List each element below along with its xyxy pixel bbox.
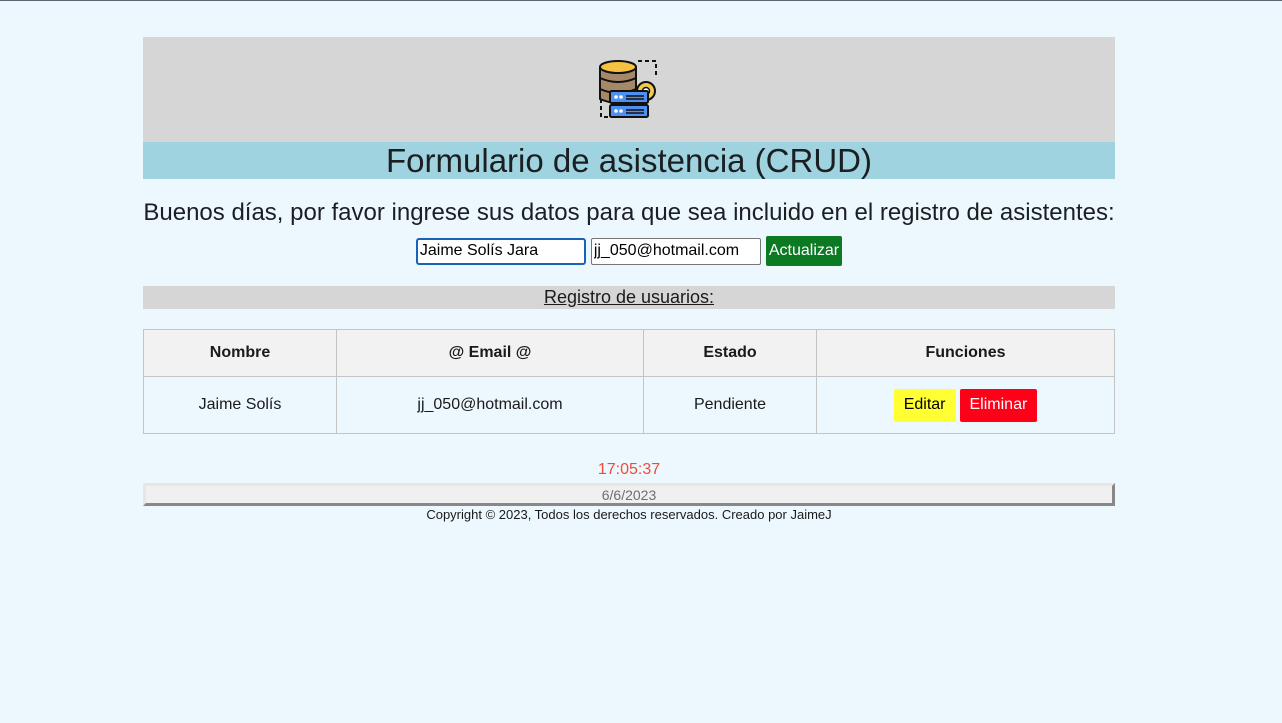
main-container: Formulario de asistencia (CRUD) Buenos d… [143,37,1115,522]
clock-time: 17:05:37 [597,461,661,478]
logo-band [143,37,1115,142]
cell-email: jj_050@hotmail.com [336,376,644,434]
name-input[interactable] [415,237,586,265]
email-input[interactable] [590,237,761,265]
table-header-row: Nombre @ Email @ Estado Funciones [143,329,1115,377]
database-server-gear-icon [599,60,657,118]
delete-button[interactable]: Eliminar [959,388,1038,422]
column-header-funciones: Funciones [816,329,1115,377]
update-button[interactable]: Actualizar [765,236,843,266]
page-title: Formulario de asistencia (CRUD) [143,142,1115,179]
top-border [0,0,1282,1]
greeting-text: Buenos días, por favor ingrese sus datos… [143,199,1115,226]
table-row: Jaime Solís jj_050@hotmail.com Pendiente… [143,376,1115,434]
date-display: 6/6/2023 [143,483,1115,506]
cell-estado: Pendiente [643,376,817,434]
copyright-text: Copyright © 2023, Todos los derechos res… [426,507,832,522]
edit-button[interactable]: Editar [893,388,956,422]
cell-nombre: Jaime Solís [143,376,337,434]
registry-heading: Registro de usuarios: [143,286,1115,309]
column-header-estado: Estado [643,329,817,377]
cell-funciones: Editar Eliminar [816,376,1115,434]
registry-title: Registro de usuarios: [543,287,715,307]
users-table: Nombre @ Email @ Estado Funciones Jaime … [143,329,1115,434]
column-header-email: @ Email @ [336,329,644,377]
attendance-form: Actualizar [143,236,1115,266]
column-header-nombre: Nombre [143,329,337,377]
